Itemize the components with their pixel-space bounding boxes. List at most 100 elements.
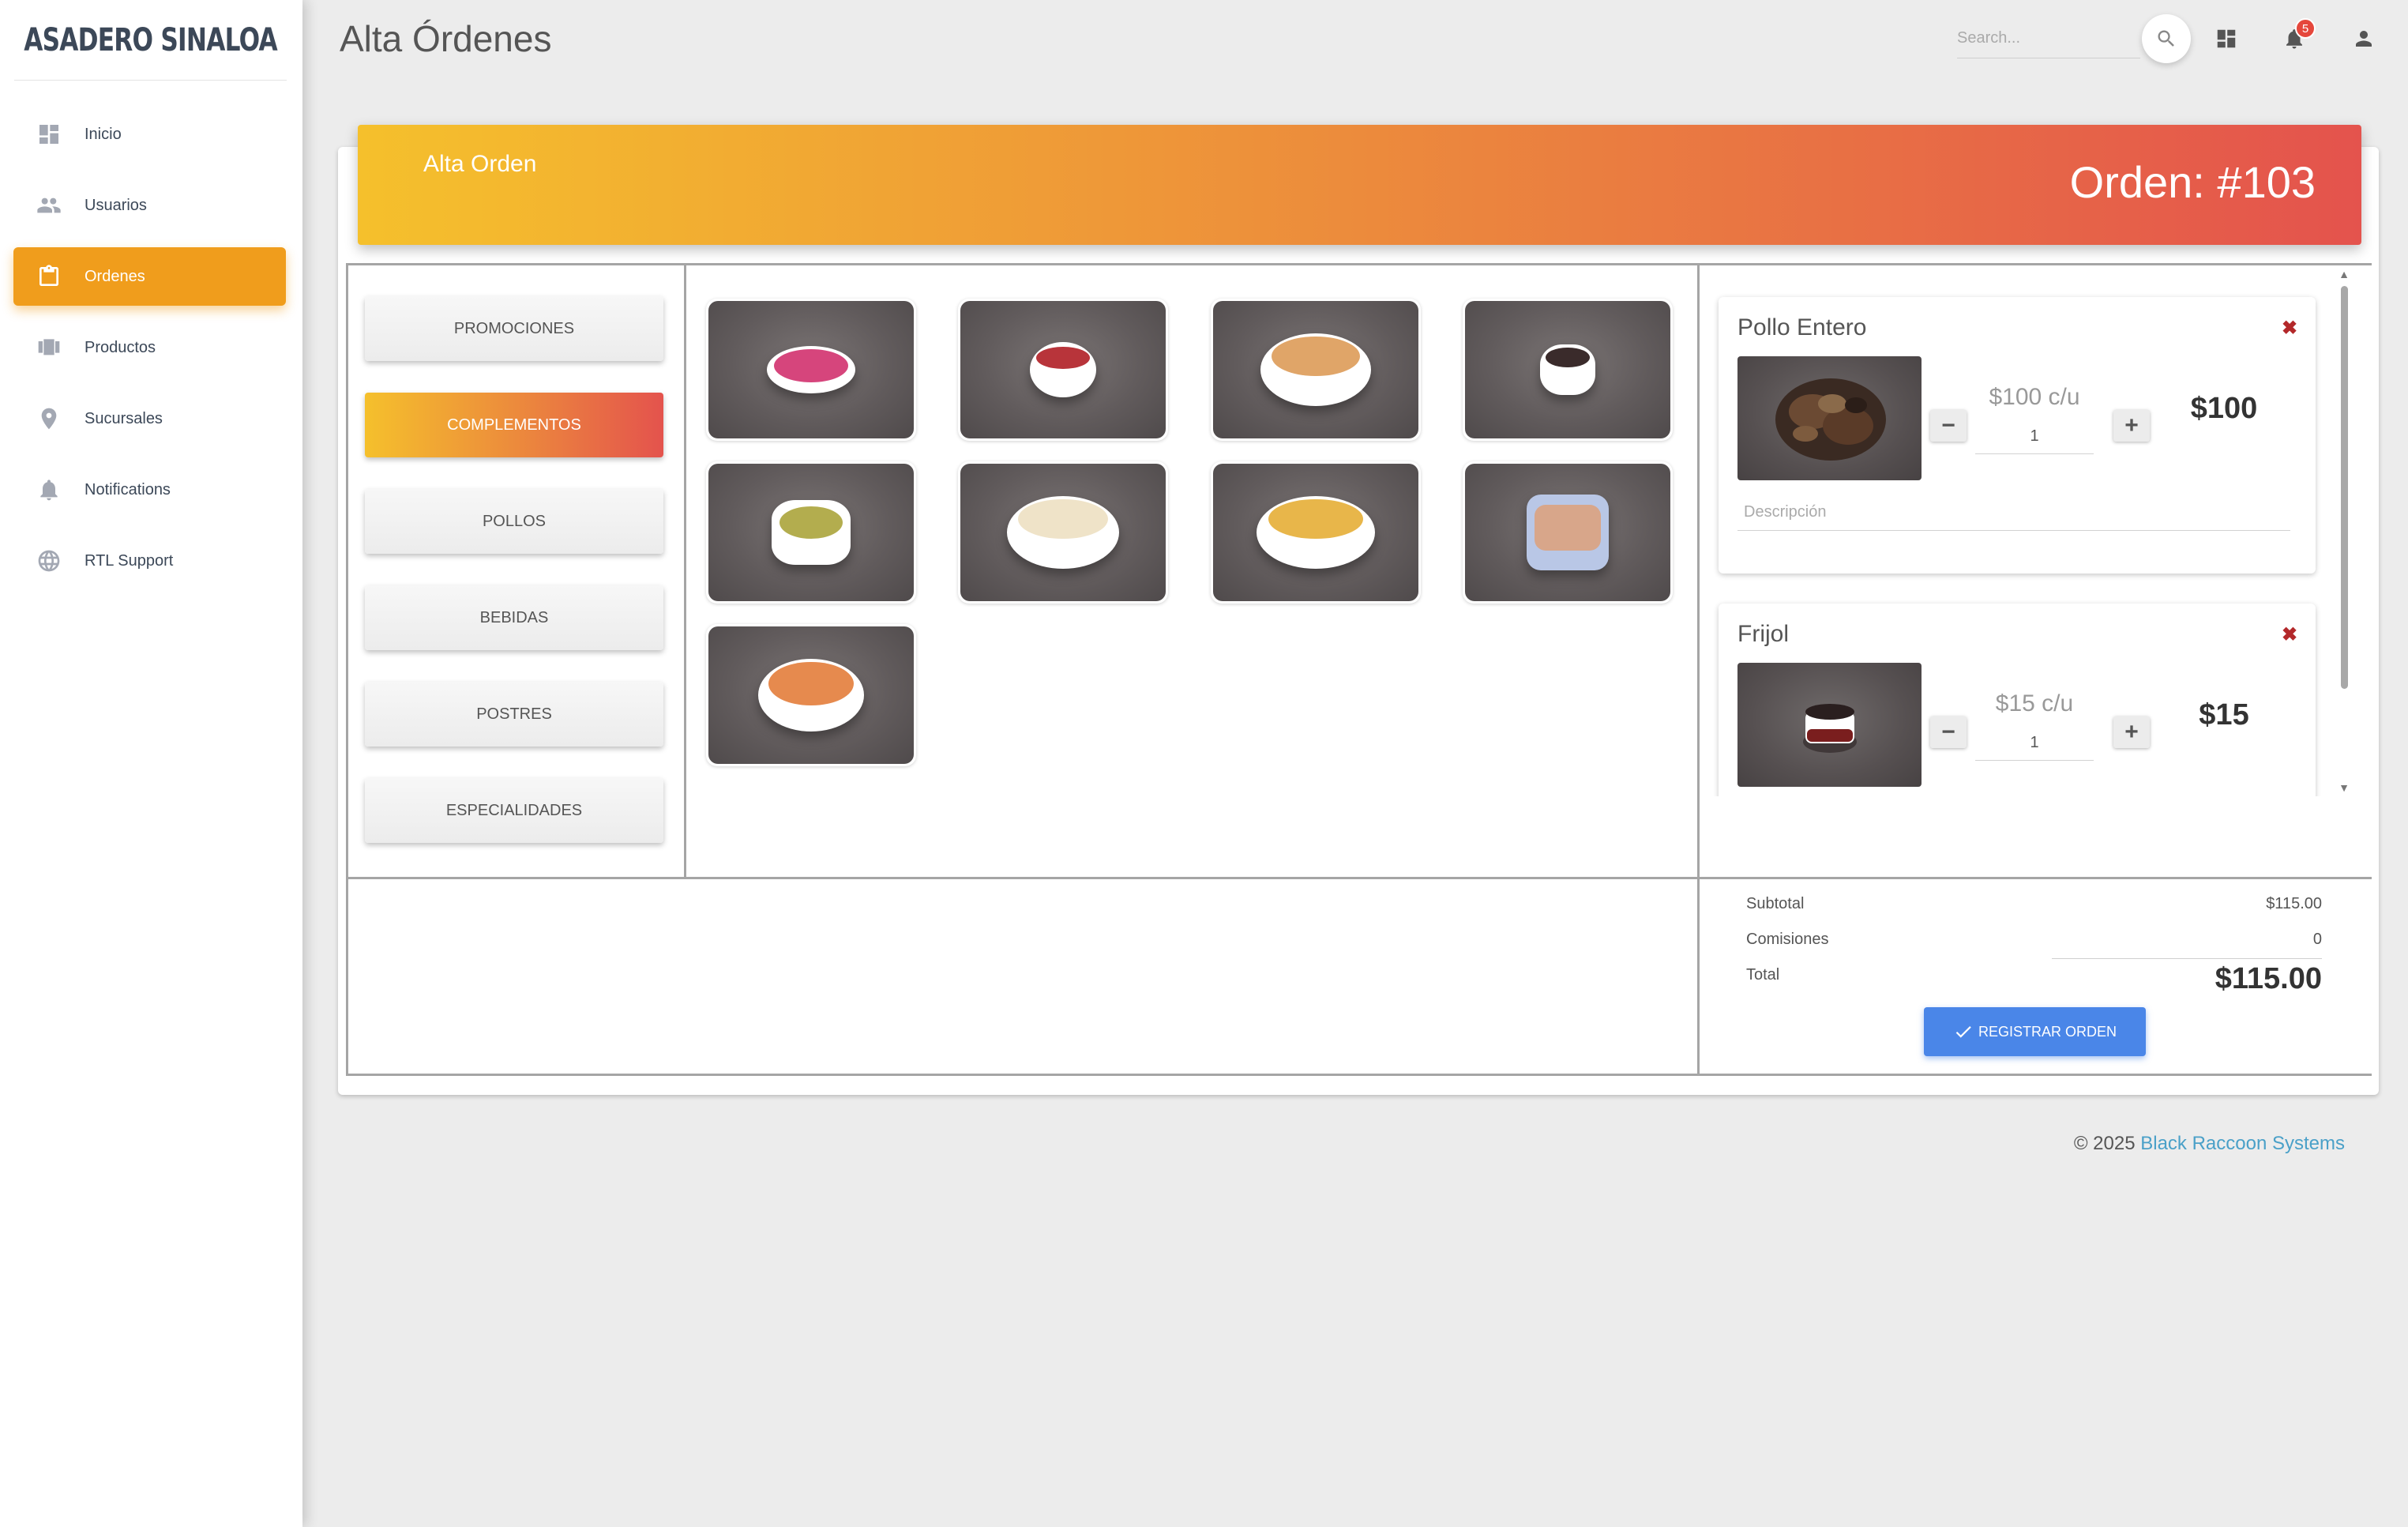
card-title: Alta Orden bbox=[423, 151, 537, 177]
commission-label: Comisiones bbox=[1746, 931, 1829, 948]
order-number: #103 bbox=[2217, 157, 2316, 207]
product-tile[interactable] bbox=[1463, 299, 1673, 441]
total-label: Total bbox=[1746, 966, 1780, 984]
unit-price: $15 c/u bbox=[1995, 690, 2074, 716]
plus-icon: + bbox=[2124, 412, 2139, 438]
clipboard-icon bbox=[36, 263, 62, 290]
plus-icon: + bbox=[2124, 719, 2139, 745]
page-title: Alta Órdenes bbox=[340, 18, 552, 59]
sidebar-item-productos[interactable]: Productos bbox=[13, 318, 286, 377]
product-tile[interactable] bbox=[1211, 299, 1421, 441]
cart-item: Pollo Entero ✖ $100 c/u − + $100 bbox=[1719, 297, 2316, 574]
sidebar-item-ordenes[interactable]: Ordenes bbox=[13, 247, 286, 306]
sidebar: ASADERO SINALOA Inicio Usuarios Ordenes … bbox=[0, 0, 302, 1527]
product-tile[interactable] bbox=[958, 299, 1168, 441]
company-link[interactable]: Black Raccoon Systems bbox=[2140, 1133, 2345, 1154]
cart-item: Frijol ✖ $15 c/u − + $15 bbox=[1719, 604, 2316, 796]
scroll-down-icon[interactable]: ▼ bbox=[2339, 782, 2350, 793]
category-promociones-button[interactable]: PROMOCIONES bbox=[365, 296, 663, 361]
category-bebidas-button[interactable]: BEBIDAS bbox=[365, 585, 663, 650]
person-icon bbox=[2356, 31, 2372, 47]
increase-qty-button[interactable]: + bbox=[2113, 716, 2150, 748]
sidebar-item-label: Inicio bbox=[85, 125, 122, 143]
description-input[interactable] bbox=[1737, 495, 2290, 531]
quantity-input[interactable] bbox=[1975, 419, 2094, 454]
location-pin-icon bbox=[36, 405, 62, 432]
order-number-display: Orden: #103 bbox=[2070, 156, 2316, 208]
notes-panel bbox=[346, 877, 1700, 1076]
guacamole-image bbox=[708, 464, 914, 601]
sidebar-item-sucursales[interactable]: Sucursales bbox=[13, 389, 286, 448]
product-tile[interactable] bbox=[1211, 461, 1421, 604]
globe-icon bbox=[36, 547, 62, 574]
pasta-image bbox=[1213, 464, 1418, 601]
salsa-image bbox=[960, 301, 1166, 438]
decrease-qty-button[interactable]: − bbox=[1930, 716, 1967, 748]
beans-cup-image bbox=[1737, 663, 1922, 787]
macaroni-salad-image bbox=[960, 464, 1166, 601]
rice-image bbox=[1213, 301, 1418, 438]
sidebar-item-label: Usuarios bbox=[85, 196, 147, 214]
remove-item-button[interactable]: ✖ bbox=[2281, 623, 2298, 645]
commission-value: 0 bbox=[2312, 931, 2322, 948]
product-tile[interactable] bbox=[706, 299, 916, 441]
products-icon bbox=[36, 334, 62, 361]
increase-qty-button[interactable]: + bbox=[2113, 410, 2150, 442]
bell-icon bbox=[36, 476, 62, 503]
sidebar-item-inicio[interactable]: Inicio bbox=[13, 105, 286, 164]
cart-item-name: Pollo Entero bbox=[1737, 314, 1867, 340]
close-icon: ✖ bbox=[2281, 623, 2298, 645]
register-order-button[interactable]: REGISTRAR ORDEN bbox=[1924, 1007, 2146, 1056]
line-total: $100 bbox=[2190, 392, 2258, 425]
brand-logo[interactable]: ASADERO SINALOA bbox=[14, 0, 287, 81]
product-tile[interactable] bbox=[706, 461, 916, 604]
remove-item-button[interactable]: ✖ bbox=[2281, 317, 2298, 339]
spaghetti-image bbox=[708, 626, 914, 764]
card-header: Alta Orden Orden: #103 bbox=[358, 125, 2361, 245]
copyright-text: © 2025 bbox=[2073, 1133, 2141, 1154]
close-icon: ✖ bbox=[2281, 317, 2298, 339]
brand-name: ASADERO SINALOA bbox=[24, 21, 277, 58]
sidebar-item-label: Productos bbox=[85, 338, 156, 356]
search-button[interactable] bbox=[2142, 14, 2191, 63]
category-especialidades-button[interactable]: ESPECIALIDADES bbox=[365, 778, 663, 843]
search-icon bbox=[2158, 30, 2174, 47]
search-field bbox=[1957, 19, 2140, 58]
unit-price: $100 c/u bbox=[1989, 384, 2080, 410]
sidebar-item-label: Notifications bbox=[85, 480, 171, 498]
sidebar-item-usuarios[interactable]: Usuarios bbox=[13, 176, 286, 235]
subtotal-value: $115.00 bbox=[2266, 895, 2322, 912]
notification-badge: 5 bbox=[2295, 18, 2316, 39]
category-postres-button[interactable]: POSTRES bbox=[365, 682, 663, 747]
dashboard-icon bbox=[2217, 29, 2236, 48]
cart-item-name: Frijol bbox=[1737, 621, 1789, 647]
subtotal-label: Subtotal bbox=[1746, 895, 1805, 912]
category-pollos-button[interactable]: POLLOS bbox=[365, 489, 663, 554]
check-icon bbox=[1955, 1026, 1971, 1038]
product-tile[interactable] bbox=[1463, 461, 1673, 604]
footer: © 2025 Black Raccoon Systems bbox=[2074, 1133, 2345, 1155]
coleslaw-tray-image bbox=[1465, 464, 1670, 601]
sidebar-item-notifications[interactable]: Notifications bbox=[13, 461, 286, 519]
beans-cup-image bbox=[1465, 301, 1670, 438]
product-tile[interactable] bbox=[958, 461, 1168, 604]
total-value: $115.00 bbox=[2215, 962, 2322, 995]
scroll-up-icon[interactable]: ▲ bbox=[2339, 269, 2350, 280]
cart-scrollbar[interactable]: ▲ ▼ bbox=[2339, 269, 2350, 796]
sidebar-item-rtl-support[interactable]: RTL Support bbox=[13, 532, 286, 590]
people-icon bbox=[36, 192, 62, 219]
scrollbar-thumb[interactable] bbox=[2341, 286, 2348, 689]
dashboard-icon bbox=[36, 121, 62, 148]
sidebar-item-label: Ordenes bbox=[85, 267, 145, 285]
search-input[interactable] bbox=[1957, 19, 2140, 58]
decrease-qty-button[interactable]: − bbox=[1930, 410, 1967, 442]
category-complementos-button[interactable]: COMPLEMENTOS bbox=[365, 393, 663, 457]
quantity-input[interactable] bbox=[1975, 726, 2094, 761]
profile-button[interactable] bbox=[2347, 22, 2380, 55]
register-order-label: REGISTRAR ORDEN bbox=[1978, 1023, 2117, 1040]
roast-chicken-image bbox=[1737, 356, 1922, 480]
product-tile[interactable] bbox=[706, 624, 916, 766]
dashboard-button[interactable] bbox=[2210, 22, 2243, 55]
cart-list[interactable]: Pollo Entero ✖ $100 c/u − + $100 Frijol … bbox=[1700, 265, 2347, 796]
totals-divider bbox=[2052, 958, 2322, 959]
